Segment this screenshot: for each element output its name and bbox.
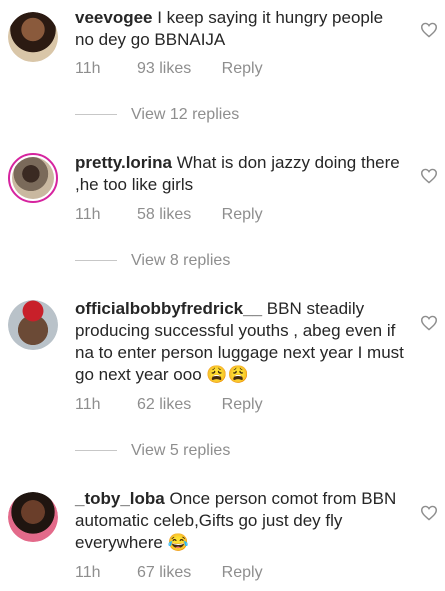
- like-count[interactable]: 58 likes: [137, 206, 191, 224]
- like-count[interactable]: 93 likes: [137, 60, 191, 78]
- heart-icon[interactable]: [420, 505, 438, 521]
- comment-meta: 11h 62 likes Reply: [75, 396, 263, 414]
- divider: [75, 260, 117, 262]
- comment-username[interactable]: _toby_loba: [75, 489, 165, 508]
- comment-time: 11h: [75, 396, 101, 413]
- comment-username[interactable]: veevogee: [75, 8, 153, 27]
- view-replies-label: View 5 replies: [131, 442, 231, 459]
- view-replies-label: View 8 replies: [131, 252, 231, 269]
- comment-text: veevogee I keep saying it hungry people …: [75, 7, 405, 51]
- heart-icon[interactable]: [420, 315, 438, 331]
- comment-text: officialbobbyfredrick__ BBN steadily pro…: [75, 298, 405, 386]
- like-count[interactable]: 62 likes: [137, 396, 191, 414]
- avatar[interactable]: [8, 492, 58, 542]
- comment-time: 11h: [75, 206, 101, 223]
- view-replies-button[interactable]: View 12 replies: [75, 106, 239, 124]
- heart-icon[interactable]: [420, 168, 438, 184]
- reply-button[interactable]: Reply: [222, 206, 263, 224]
- divider: [75, 450, 117, 452]
- comment-meta: 11h 67 likes Reply: [75, 564, 263, 582]
- reply-button[interactable]: Reply: [222, 396, 263, 414]
- comment-time: 11h: [75, 60, 101, 77]
- view-replies-button[interactable]: View 8 replies: [75, 252, 230, 270]
- comment-text: _toby_loba Once person comot from BBN au…: [75, 488, 405, 554]
- comment-text: pretty.lorina What is don jazzy doing th…: [75, 152, 405, 196]
- avatar[interactable]: [8, 12, 58, 62]
- avatar[interactable]: [8, 153, 58, 203]
- avatar[interactable]: [8, 300, 58, 350]
- comment-meta: 11h 58 likes Reply: [75, 206, 263, 224]
- comment-meta: 11h 93 likes Reply: [75, 60, 263, 78]
- view-replies-button[interactable]: View 5 replies: [75, 442, 230, 460]
- divider: [75, 114, 117, 116]
- comment-username[interactable]: officialbobbyfredrick__: [75, 299, 262, 318]
- heart-icon[interactable]: [420, 22, 438, 38]
- comment-username[interactable]: pretty.lorina: [75, 153, 172, 172]
- reply-button[interactable]: Reply: [222, 60, 263, 78]
- reply-button[interactable]: Reply: [222, 564, 263, 582]
- like-count[interactable]: 67 likes: [137, 564, 191, 582]
- comment-time: 11h: [75, 564, 101, 581]
- view-replies-label: View 12 replies: [131, 106, 240, 123]
